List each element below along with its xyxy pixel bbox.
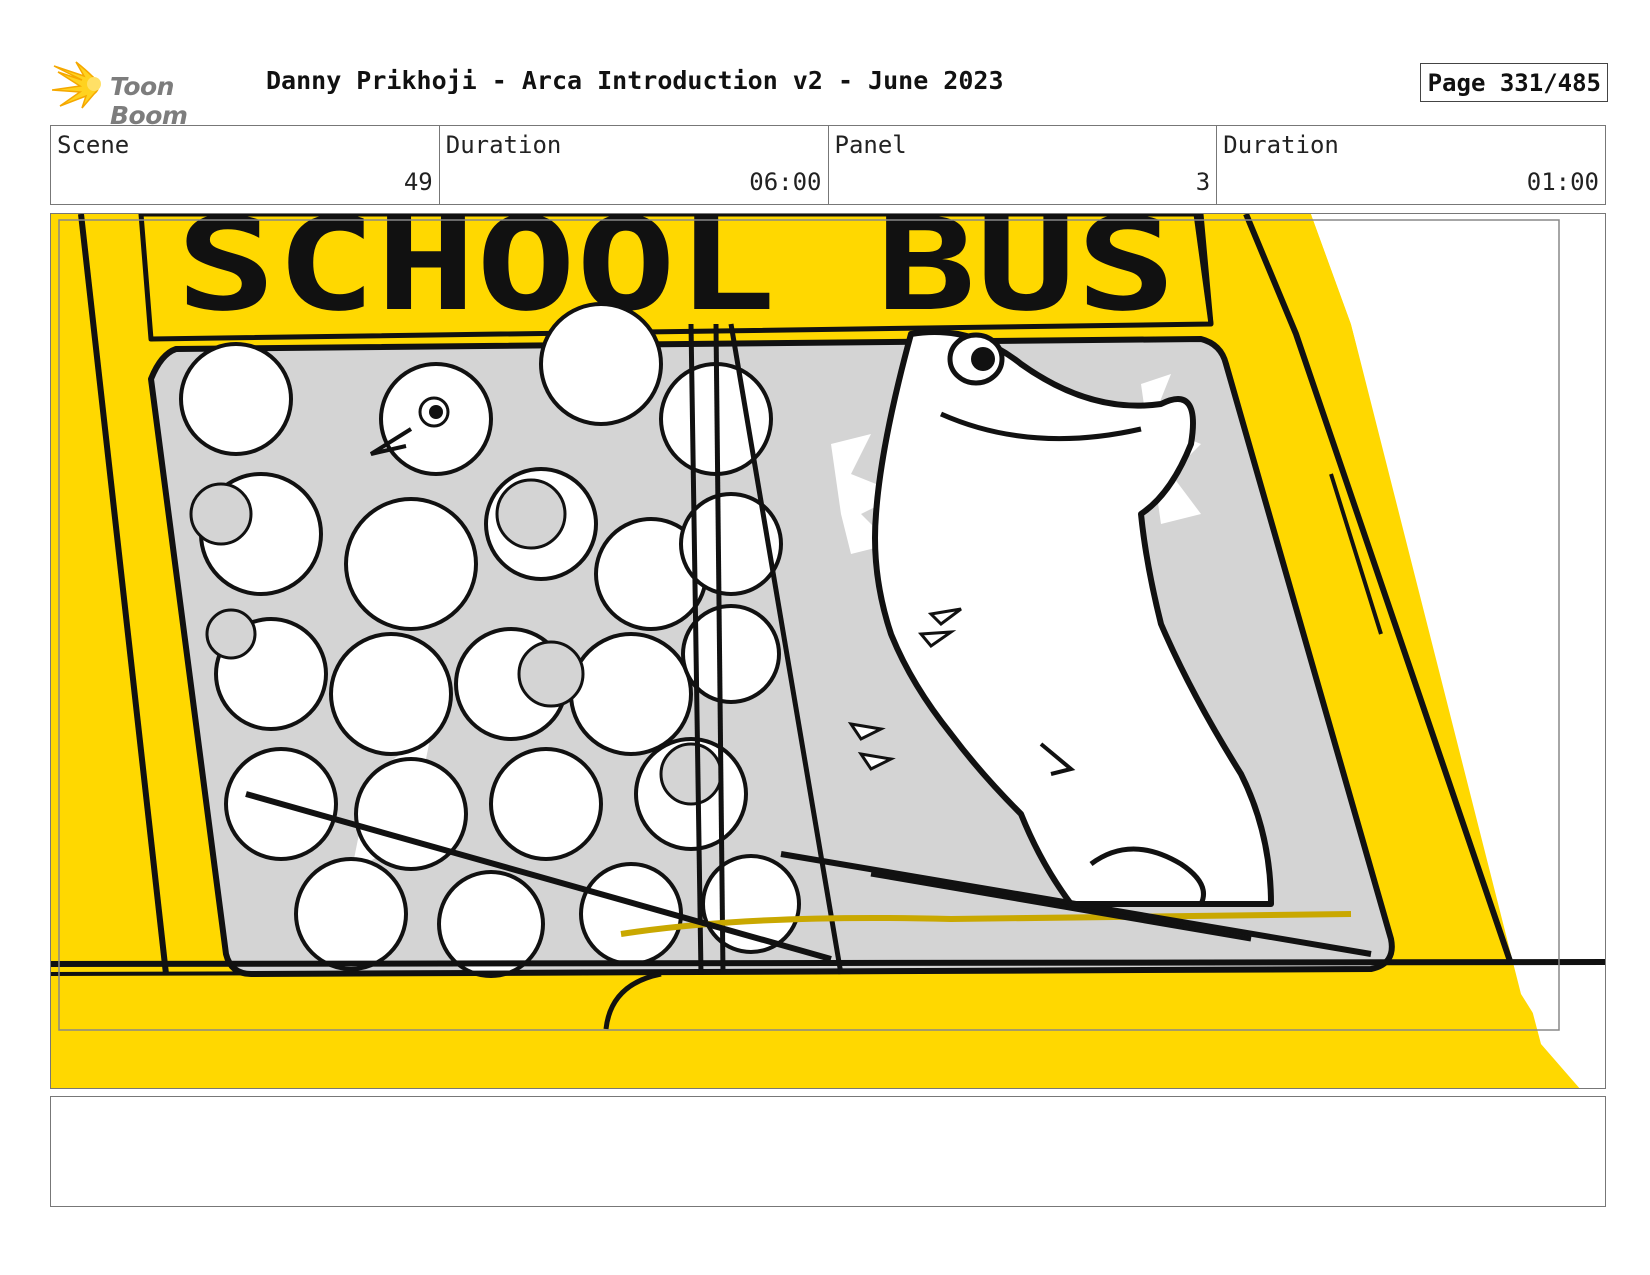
sign-text: SCHOOL BUS xyxy=(176,214,1176,340)
panel-value: 3 xyxy=(1195,168,1211,196)
panel-notes xyxy=(50,1096,1606,1207)
page-number: Page 331/485 xyxy=(1419,63,1608,102)
crowd-pupil xyxy=(429,405,443,419)
panel-duration-cell: Duration 01:00 xyxy=(1217,126,1605,204)
panel-cell: Panel 3 xyxy=(829,126,1218,204)
scene-value: 49 xyxy=(403,168,433,196)
scene-duration-label: Duration xyxy=(445,131,562,159)
bus-belt-line xyxy=(51,959,1605,967)
panel-duration-value: 01:00 xyxy=(1526,168,1599,196)
document-title: Danny Prikhoji - Arca Introduction v2 - … xyxy=(266,66,1004,95)
storyboard-panel: SCHOOL BUS xyxy=(50,213,1606,1089)
toon-boom-logo: Toon Boom xyxy=(52,60,248,130)
panel-label: Panel xyxy=(834,131,907,159)
scene-label: Scene xyxy=(57,131,130,159)
panel-duration-label: Duration xyxy=(1223,131,1339,159)
panel-info-table: Scene 49 Duration 06:00 Panel 3 Duration… xyxy=(50,125,1606,205)
scene-duration-value: 06:00 xyxy=(749,168,822,196)
star-burst-icon xyxy=(52,61,101,109)
bird-pupil xyxy=(971,347,995,371)
scene-cell: Scene 49 xyxy=(51,126,440,204)
bus-belt-line xyxy=(51,970,672,976)
school-bus-sketch: SCHOOL BUS xyxy=(51,214,1605,1088)
page-header: Toon Boom Danny Prikhoji - Arca Introduc… xyxy=(52,56,1608,130)
scene-duration-cell: Duration 06:00 xyxy=(440,126,829,204)
logo-text: Toon Boom xyxy=(110,72,188,130)
